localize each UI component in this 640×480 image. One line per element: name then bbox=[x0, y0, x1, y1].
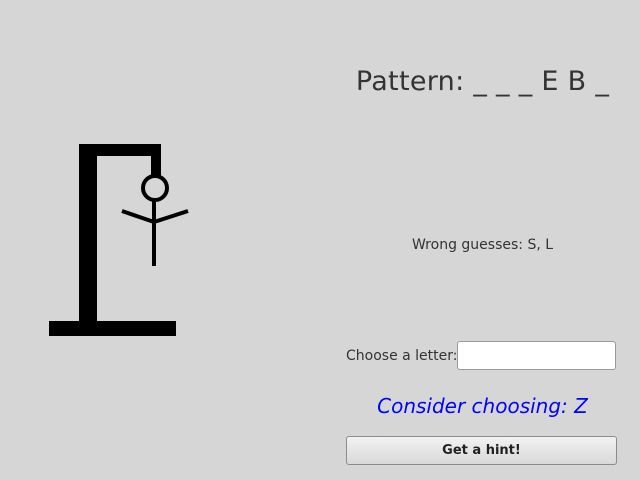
gallows-base bbox=[49, 321, 176, 336]
hangman-drawing bbox=[49, 144, 189, 336]
letter-input[interactable] bbox=[457, 341, 616, 370]
word-pattern: Pattern: _ _ _ E B _ bbox=[355, 66, 610, 97]
gallows-beam bbox=[79, 144, 161, 156]
hangman-window: Pattern: _ _ _ E B _ Wrong guesses: S, L… bbox=[0, 0, 640, 480]
hangman-right-arm bbox=[153, 209, 189, 224]
hangman-left-arm bbox=[121, 209, 155, 224]
wrong-guesses: Wrong guesses: S, L bbox=[411, 237, 554, 253]
gallows-post bbox=[79, 144, 97, 327]
choose-letter-label: Choose a letter: bbox=[346, 348, 458, 364]
get-hint-button[interactable]: Get a hint! bbox=[346, 436, 617, 465]
hangman-head bbox=[141, 174, 169, 202]
hint-suggestion: Consider choosing: Z bbox=[377, 394, 588, 418]
gallows-rope bbox=[151, 144, 161, 176]
